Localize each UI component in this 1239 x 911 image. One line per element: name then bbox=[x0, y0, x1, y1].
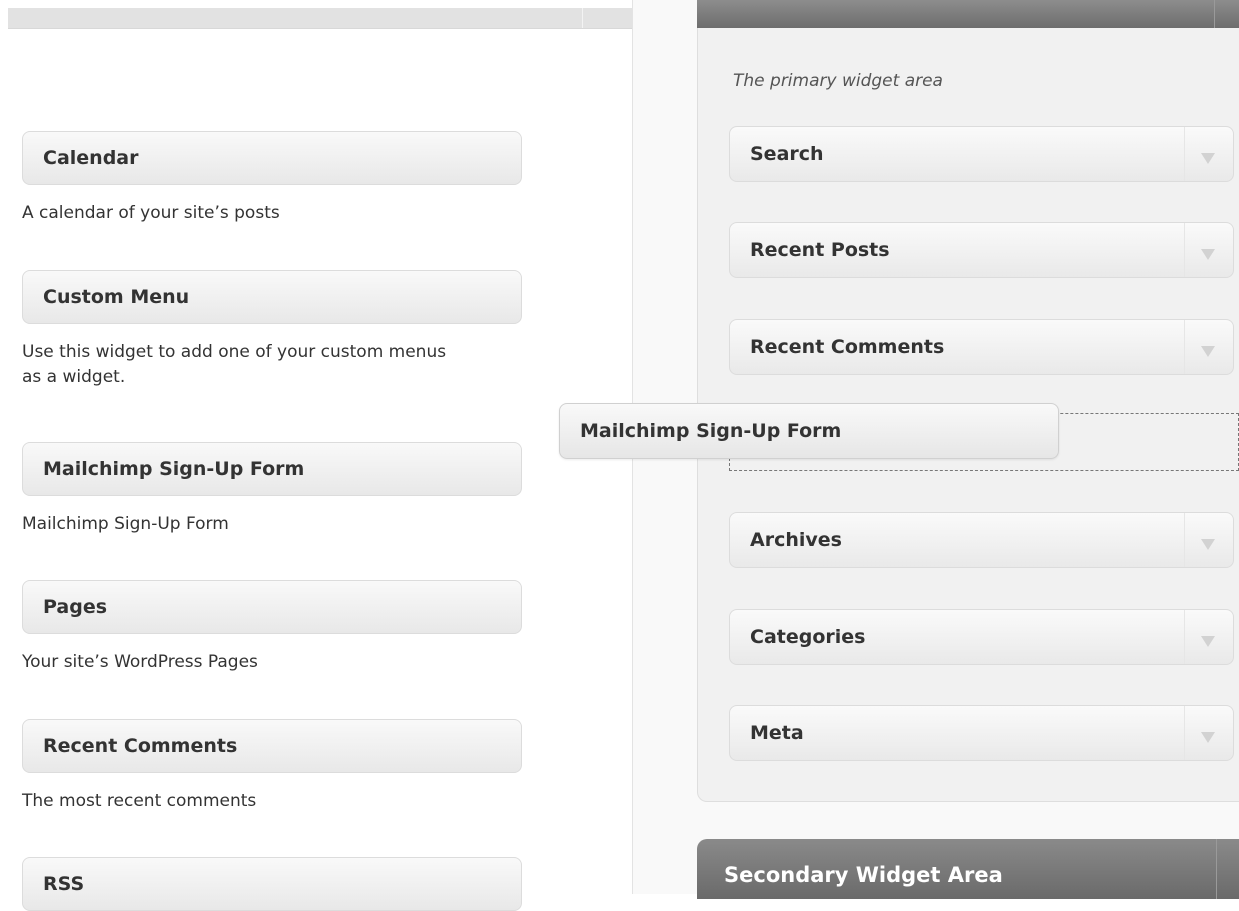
widget-title[interactable]: Calendar bbox=[22, 131, 522, 185]
widget-toggle-button[interactable] bbox=[1184, 223, 1233, 277]
widget-description: Mailchimp Sign-Up Form bbox=[22, 514, 229, 534]
widget-toggle-button[interactable] bbox=[1184, 127, 1233, 181]
triangle-down-icon bbox=[1201, 249, 1215, 260]
available-widget-custom-menu[interactable]: Custom Menu Use this widget to add one o… bbox=[22, 270, 522, 390]
sidebar-widget-title: Recent Posts bbox=[750, 239, 890, 261]
sidebar-widget-categories[interactable]: Categories bbox=[729, 609, 1234, 665]
primary-area-description: The primary widget area bbox=[733, 71, 943, 91]
triangle-down-icon bbox=[1201, 732, 1215, 743]
widget-title[interactable]: Mailchimp Sign-Up Form bbox=[22, 442, 522, 496]
primary-widget-area-header[interactable] bbox=[697, 0, 1239, 28]
sidebar-widget-title: Meta bbox=[750, 722, 804, 744]
widget-title[interactable]: Pages bbox=[22, 580, 522, 634]
sidebar-widget-search[interactable]: Search bbox=[729, 126, 1234, 182]
sidebar-widget-archives[interactable]: Archives bbox=[729, 512, 1234, 568]
available-widget-calendar[interactable]: Calendar A calendar of your site’s posts bbox=[22, 131, 522, 226]
available-widget-pages[interactable]: Pages Your site’s WordPress Pages bbox=[22, 580, 522, 675]
sidebar-widget-recent-posts[interactable]: Recent Posts bbox=[729, 222, 1234, 278]
widget-description: The most recent comments bbox=[22, 791, 257, 811]
sidebar-widget-title: Archives bbox=[750, 529, 842, 551]
secondary-widget-area-header[interactable]: Secondary Widget Area bbox=[697, 839, 1239, 899]
available-widgets-topbar bbox=[8, 8, 632, 29]
header-separator bbox=[1216, 839, 1217, 899]
available-widget-mailchimp[interactable]: Mailchimp Sign-Up Form Mailchimp Sign-Up… bbox=[22, 442, 522, 537]
widget-description: A calendar of your site’s posts bbox=[22, 203, 280, 223]
widget-toggle-button[interactable] bbox=[1184, 706, 1233, 760]
triangle-down-icon bbox=[1201, 346, 1215, 357]
triangle-down-icon bbox=[1201, 636, 1215, 647]
sidebar-widget-meta[interactable]: Meta bbox=[729, 705, 1234, 761]
triangle-down-icon bbox=[1201, 153, 1215, 164]
widget-title[interactable]: Recent Comments bbox=[22, 719, 522, 773]
sidebar-widget-title: Recent Comments bbox=[750, 336, 945, 358]
widget-toggle-button[interactable] bbox=[1184, 513, 1233, 567]
available-widget-recent-comments[interactable]: Recent Comments The most recent comments bbox=[22, 719, 522, 814]
available-widgets-panel: Calendar A calendar of your site’s posts… bbox=[0, 0, 633, 911]
header-separator bbox=[1214, 0, 1215, 28]
topbar-separator bbox=[582, 8, 595, 28]
secondary-area-title: Secondary Widget Area bbox=[724, 863, 1003, 887]
widget-description: Your site’s WordPress Pages bbox=[22, 652, 258, 672]
widget-description: Use this widget to add one of your custo… bbox=[22, 342, 447, 387]
sidebar-widget-title: Categories bbox=[750, 626, 866, 648]
widget-toggle-button[interactable] bbox=[1184, 610, 1233, 664]
available-widget-rss[interactable]: RSS bbox=[22, 857, 522, 911]
widget-toggle-button[interactable] bbox=[1184, 320, 1233, 374]
dragging-widget[interactable]: Mailchimp Sign-Up Form bbox=[559, 403, 1059, 459]
widget-title[interactable]: Custom Menu bbox=[22, 270, 522, 324]
widget-title[interactable]: RSS bbox=[22, 857, 522, 911]
triangle-down-icon bbox=[1201, 539, 1215, 550]
sidebar-widget-recent-comments[interactable]: Recent Comments bbox=[729, 319, 1234, 375]
sidebar-widget-title: Search bbox=[750, 143, 824, 165]
